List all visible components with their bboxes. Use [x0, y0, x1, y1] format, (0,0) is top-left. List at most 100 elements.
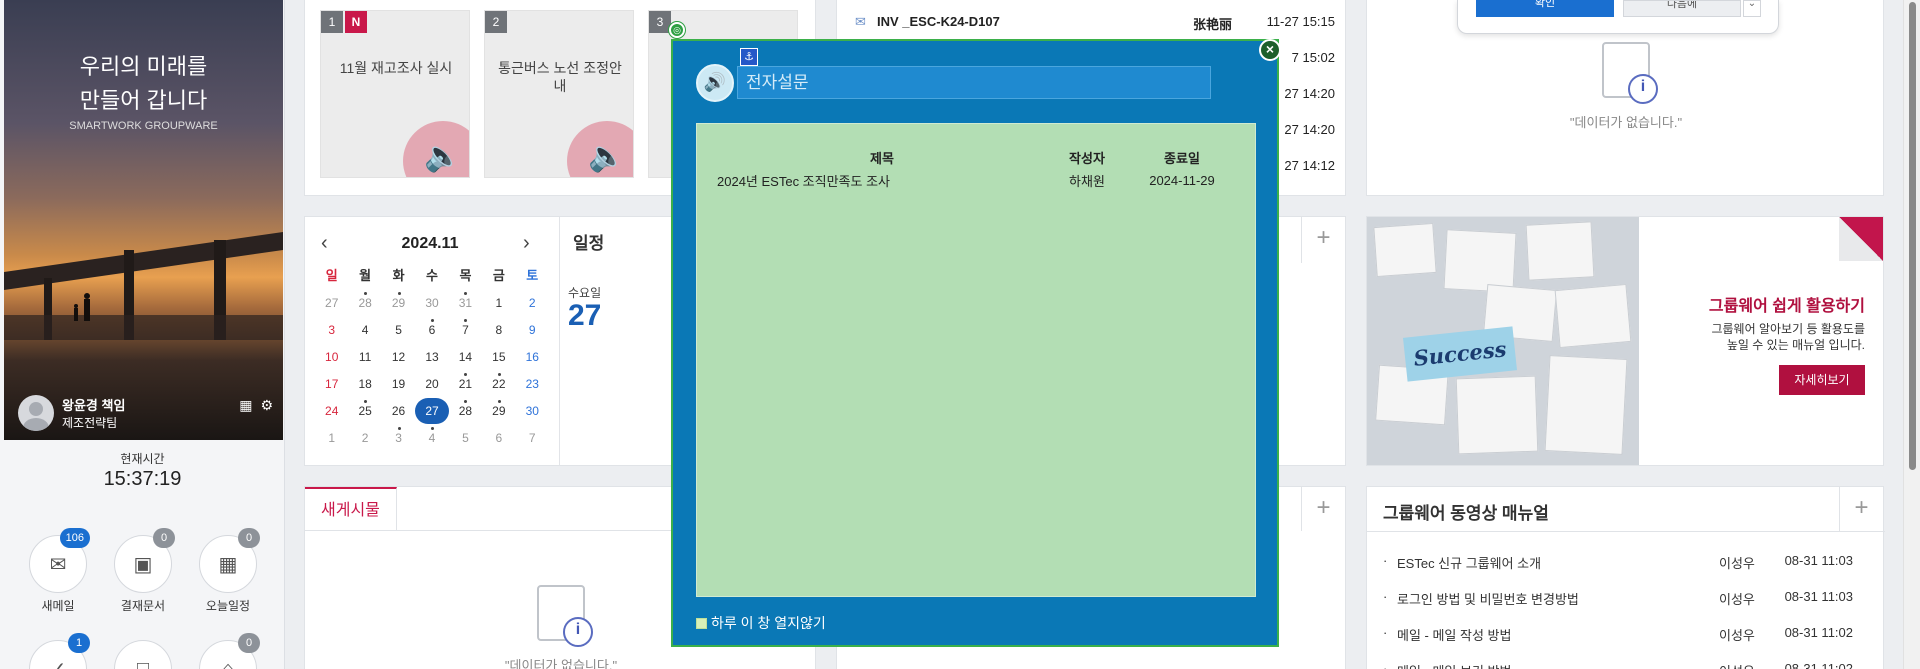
calendar-day[interactable]: 7 [516, 427, 549, 449]
list-item[interactable]: · 로그인 방법 및 비밀번호 변경방법 이성우 08-31 11:03 [1383, 589, 1853, 608]
calendar-day[interactable]: 1 [315, 427, 348, 449]
mail-icon: ✉ 106 [29, 528, 90, 593]
list-item[interactable]: · ESTec 신규 그룹웨어 소개 이성우 08-31 11:03 [1383, 553, 1853, 572]
quick-link-approval[interactable]: ▣ 0 결재문서 [112, 528, 175, 614]
calendar-day[interactable]: 7 [449, 319, 482, 341]
close-icon[interactable]: × [1259, 39, 1281, 61]
corner-fold [1839, 217, 1883, 261]
calendar-day[interactable]: 25 [348, 400, 381, 422]
calendar-day[interactable]: 20 [415, 373, 448, 395]
more-details-button[interactable]: 자세히보기 [1779, 365, 1865, 395]
hero-title-line2: 만들어 갑니다 [79, 88, 208, 113]
calendar-day[interactable]: 1 [482, 292, 515, 314]
video-author: 이성우 [1719, 592, 1755, 607]
schedule-day: 27 [568, 299, 602, 332]
quick-link-row2-3[interactable]: ⌂ 0 [197, 633, 260, 669]
mail-icon: ✉ [855, 14, 866, 29]
video-title: 로그인 방법 및 비밀번호 변경방법 [1397, 592, 1579, 607]
plus-icon[interactable]: + [1301, 217, 1345, 263]
weekday-header: 수 [426, 268, 438, 283]
grid-icon[interactable]: ▦ [239, 397, 252, 414]
calendar-day[interactable]: 19 [382, 373, 415, 395]
notice-card[interactable]: 2 통근버스 노선 조정안내 🔈 [484, 10, 634, 178]
calendar-day[interactable]: 8 [482, 319, 515, 341]
calendar-day[interactable]: 14 [449, 346, 482, 368]
promo-panel: Success 그룹웨어 쉽게 활용하기 그룹웨어 알아보기 등 활용도를 높일… [1366, 216, 1884, 466]
calendar-day[interactable]: 30 [516, 400, 549, 422]
calendar-day[interactable]: 6 [415, 319, 448, 341]
calendar-day[interactable]: 26 [382, 400, 415, 422]
page-scrollbar[interactable] [1903, 0, 1920, 669]
calendar-month: 2024.11 [401, 235, 459, 252]
calendar-day[interactable]: 2 [516, 292, 549, 314]
anchor-icon[interactable]: ⚓ [740, 48, 758, 66]
ok-button[interactable]: 확인 [1476, 0, 1614, 17]
survey-title[interactable]: 2024년 ESTec 조직만족도 조사 [717, 169, 1047, 192]
calendar-day[interactable]: 29 [382, 292, 415, 314]
tab-new-posts[interactable]: 새게시물 [305, 487, 397, 531]
quick-link-mail[interactable]: ✉ 106 새메일 [27, 528, 90, 614]
calendar-day[interactable]: 17 [315, 373, 348, 395]
list-item[interactable]: · 메일 - 메일 작성 방법 이성우 08-31 11:02 [1383, 625, 1853, 644]
calendar-day[interactable]: 27 [315, 292, 348, 314]
mail-from: 张艳丽 [1193, 17, 1233, 32]
video-date: 08-31 11:03 [1784, 553, 1853, 568]
calendar-day[interactable]: 3 [315, 319, 348, 341]
notice-card[interactable]: 1 N 11월 재고조사 실시 🔈 [320, 10, 470, 178]
mail-row[interactable]: ✉ INV _ESC-K24-D107 张艳丽 11-27 15:15 [855, 14, 1335, 33]
calendar-day[interactable]: 12 [382, 346, 415, 368]
calendar-day[interactable]: 28 [449, 400, 482, 422]
divider [559, 217, 560, 465]
calendar-day-today[interactable]: 27 [414, 398, 450, 424]
chevron-down-icon[interactable]: ⌄ [1743, 0, 1761, 17]
quick-link-row2-2[interactable]: □ [112, 640, 174, 669]
calendar-day[interactable]: 15 [482, 346, 515, 368]
info-document-icon [1602, 42, 1658, 104]
calendar-day[interactable]: 24 [315, 400, 348, 422]
calendar-day[interactable]: 29 [482, 400, 515, 422]
calendar-day[interactable]: 11 [348, 346, 381, 368]
move-handle-icon[interactable]: ◎ [669, 22, 685, 38]
calendar-day[interactable]: 6 [482, 427, 515, 449]
plus-icon[interactable]: + [1839, 487, 1883, 531]
gear-icon[interactable]: ⚙ [260, 397, 273, 414]
calendar-day[interactable]: 3 [382, 427, 415, 449]
calendar-day[interactable]: 23 [516, 373, 549, 395]
calendar-day[interactable]: 30 [415, 292, 448, 314]
calendar-day[interactable]: 4 [415, 427, 448, 449]
calendar-day[interactable]: 2 [348, 427, 381, 449]
calendar-day[interactable]: 18 [348, 373, 381, 395]
quick-link-row2-1[interactable]: ✓1 [27, 633, 90, 669]
calendar-day[interactable]: 5 [449, 427, 482, 449]
video-date: 08-31 11:03 [1784, 589, 1853, 604]
dont-show-today[interactable]: 하루 이 창 열지않기 [696, 613, 826, 633]
calendar-day[interactable]: 31 [449, 292, 482, 314]
calendar-grid: 일 월 화 수 목 금 토 27 28 29 30 31 1 2 3 4 5 6 7 8 9 10 11 12 13 14 15 16… [315, 265, 549, 449]
calendar-day[interactable]: 16 [516, 346, 549, 368]
schedule-count-badge: 0 [238, 528, 260, 548]
calendar-day[interactable]: 22 [482, 373, 515, 395]
calendar-day[interactable]: 13 [415, 346, 448, 368]
popup-title: 전자설문 [737, 66, 1211, 99]
mail-subject: INV _ESC-K24-D107 [877, 14, 1000, 29]
list-item[interactable]: ·메일 - 메일 보기 방법 이성우 08-31 11:02 [1383, 661, 1853, 669]
quick-link-today-schedule[interactable]: ▦ 0 오늘일정 [197, 528, 260, 614]
weekday-header: 일 [325, 268, 338, 283]
calendar-day[interactable]: 4 [348, 319, 381, 341]
table-row[interactable]: 2024년 ESTec 조직만족도 조사 하채원 2024-11-29 [717, 169, 1237, 192]
mail-count-badge: 106 [59, 528, 90, 548]
promo-text-line1: 그룹웨어 알아보기 등 활용도를 [1711, 322, 1865, 336]
calendar-day[interactable]: 28 [348, 292, 381, 314]
calendar-day[interactable]: 5 [382, 319, 415, 341]
hero-banner: 우리의 미래를 만들어 갑니다 SMARTWORK GROUPWARE 왕윤경 … [4, 0, 283, 440]
scrollbar-thumb[interactable] [1909, 2, 1916, 470]
checkbox[interactable] [696, 617, 707, 629]
later-button[interactable]: 다음에 [1623, 0, 1741, 17]
calendar-day[interactable]: 21 [449, 373, 482, 395]
weekday-header: 화 [392, 268, 405, 283]
chevron-right-icon[interactable]: › [523, 232, 530, 255]
plus-icon[interactable]: + [1301, 487, 1345, 531]
calendar-day[interactable]: 10 [315, 346, 348, 368]
user-profile[interactable]: 왕윤경 책임 제조전략팀 [18, 395, 125, 431]
calendar-day[interactable]: 9 [516, 319, 549, 341]
